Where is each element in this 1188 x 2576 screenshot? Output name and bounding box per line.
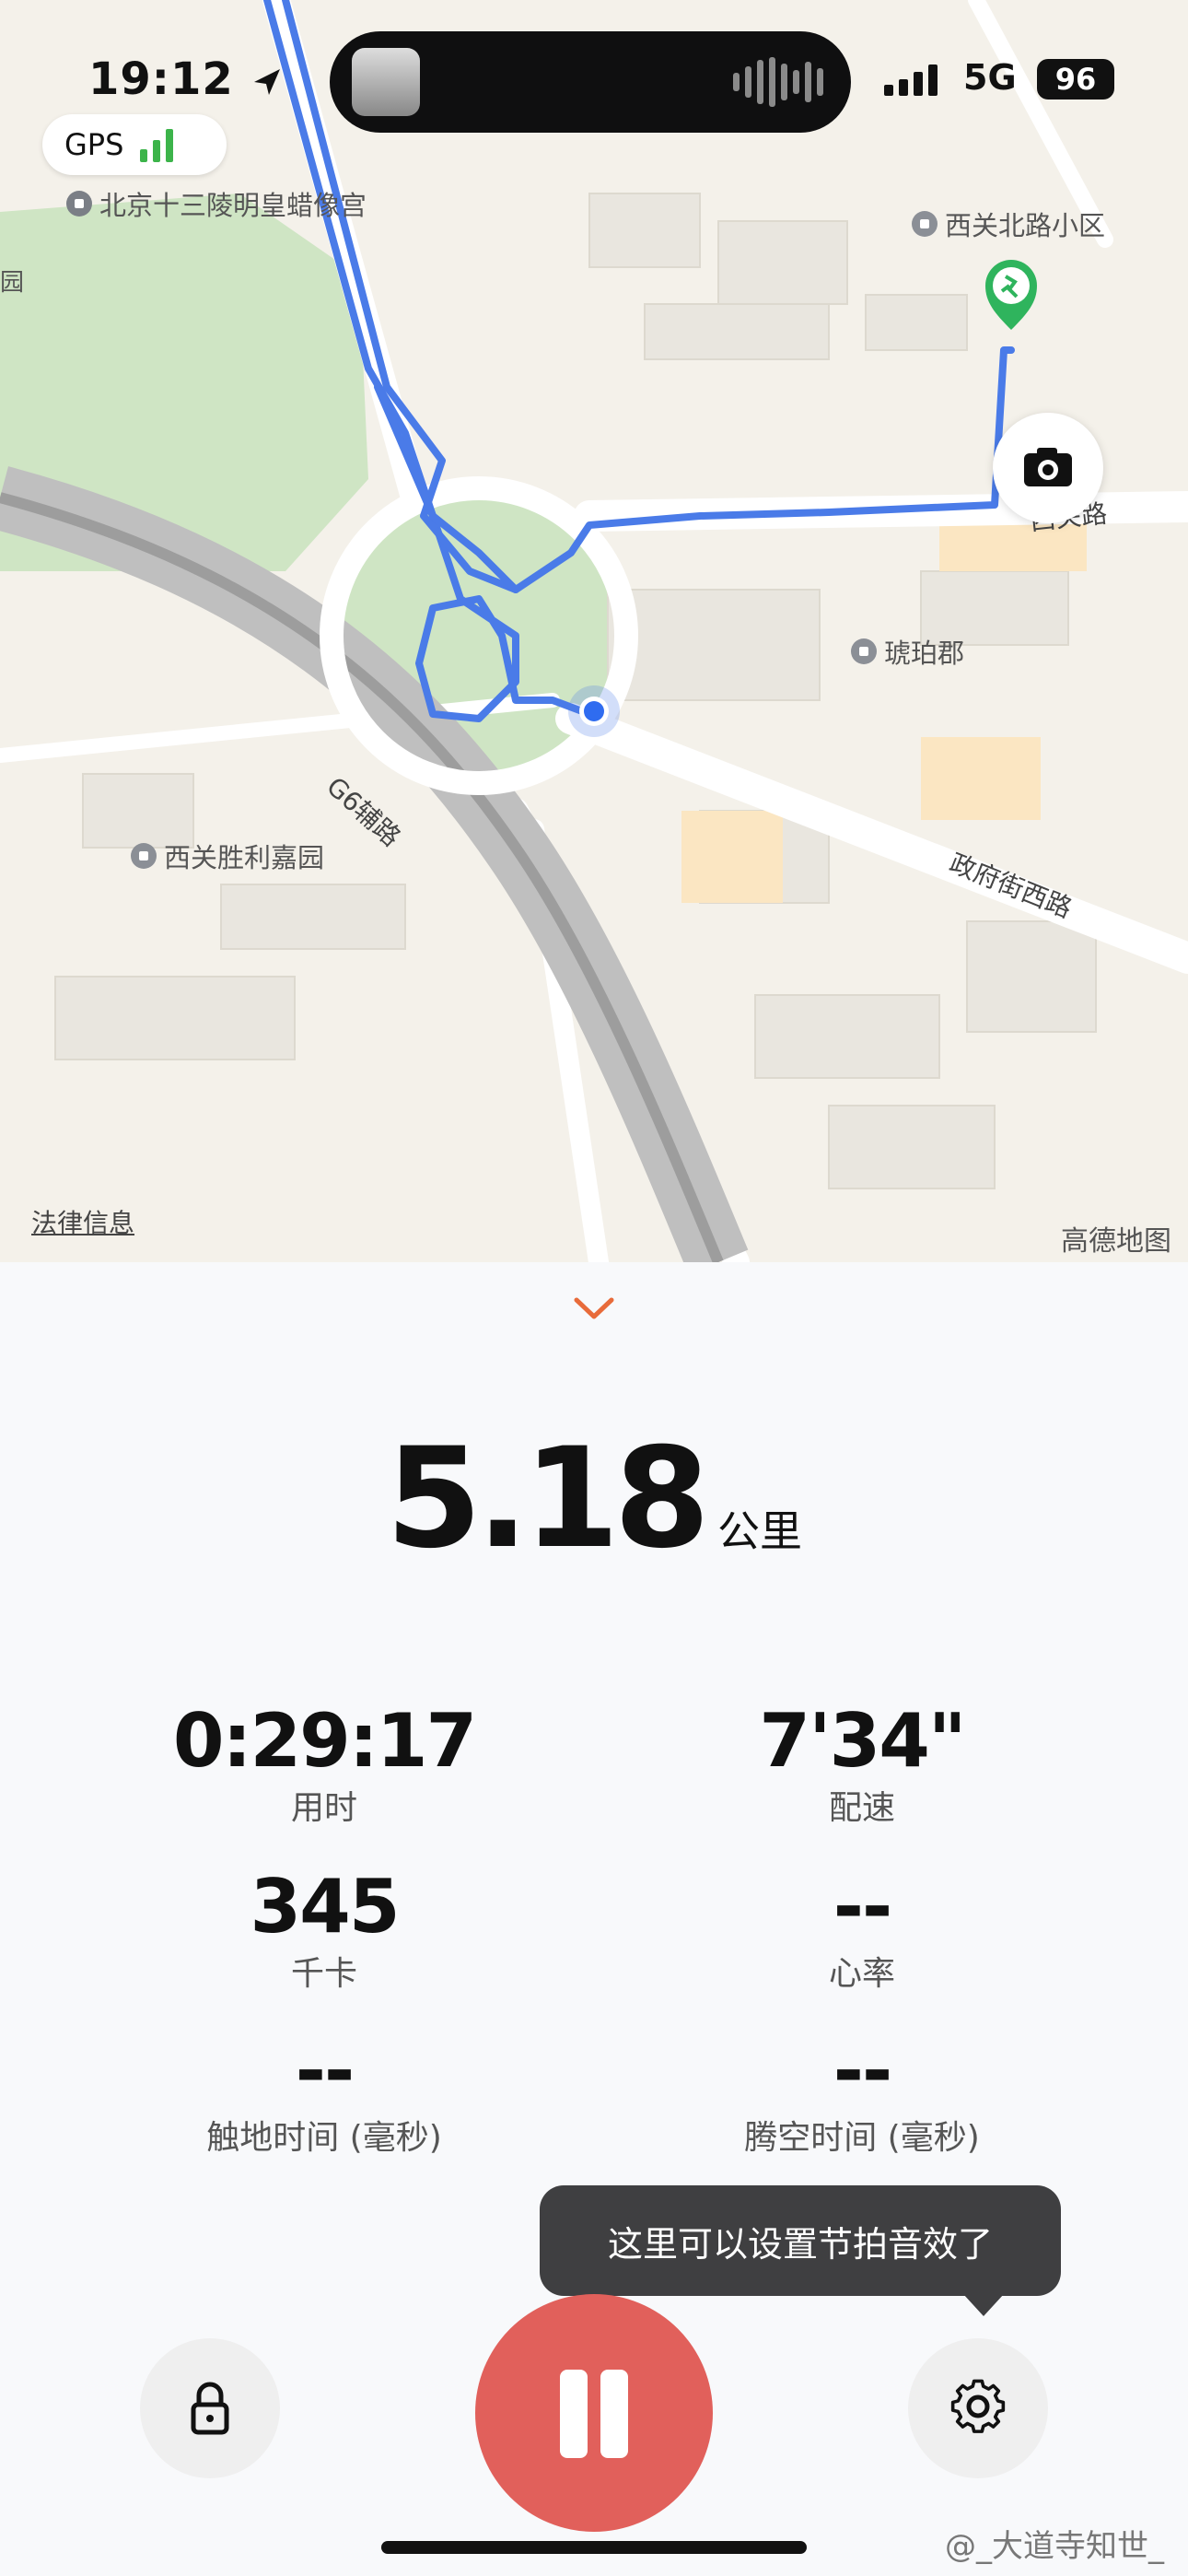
metric-value: 0:29:17 (172, 1698, 477, 1784)
metric-value: 7'34" (759, 1698, 966, 1784)
metric-value: -- (833, 1864, 892, 1950)
gps-label: GPS (64, 127, 124, 162)
home-indicator[interactable] (381, 2541, 807, 2554)
metric-flight-time: -- 腾空时间 (毫秒) (678, 2027, 1046, 2161)
metric-label: 心率 (828, 1955, 895, 1993)
metric-label: 腾空时间 (毫秒) (744, 2119, 980, 2157)
watermark: @_大道寺知世_ (945, 2528, 1164, 2565)
metronome-tooltip[interactable]: 这里可以设置节拍音效了 (540, 2185, 1061, 2316)
distance-value: 5.18 (385, 1419, 710, 1579)
gps-signal-icon (140, 127, 174, 162)
poi-marker-icon (66, 191, 92, 217)
metric-ground-contact: -- 触地时间 (毫秒) (140, 2027, 508, 2161)
poi-wax-museum[interactable]: 北京十三陵明皇蜡像宫 (66, 184, 367, 223)
pause-button[interactable] (475, 2294, 713, 2532)
map-provider-logo: 高德地图 (1061, 1225, 1171, 1258)
poi-xiguan-beilu[interactable]: 西关北路小区 (912, 205, 1105, 243)
metric-value: -- (833, 2028, 892, 2113)
building-icon (131, 843, 157, 869)
camera-icon (1024, 448, 1072, 486)
poi-hupo-jun[interactable]: 琥珀郡 (851, 632, 964, 671)
building-icon (912, 211, 938, 237)
battery-level: 96 (1037, 59, 1114, 100)
now-playing-avatar (352, 48, 420, 116)
poi-xiguan-shengli[interactable]: 西关胜利嘉园 (131, 837, 324, 875)
metric-calories: 345 千卡 (140, 1863, 508, 1997)
metric-heart-rate: -- 心率 (678, 1863, 1046, 1997)
metric-label: 触地时间 (毫秒) (206, 2119, 442, 2157)
cellular-signal-icon (884, 64, 938, 96)
legal-info-link[interactable]: 法律信息 (31, 1203, 134, 1240)
metric-value: 345 (250, 1864, 401, 1950)
lock-button[interactable] (140, 2338, 280, 2478)
distance-unit: 公里 (717, 1506, 803, 1556)
chevron-down-icon[interactable] (571, 1294, 617, 1322)
location-arrow-icon (253, 69, 280, 95)
pause-icon (560, 2370, 588, 2458)
settings-button[interactable] (908, 2338, 1048, 2478)
poi-edge-label: 园 (0, 269, 25, 297)
map-view[interactable]: 北京十三陵明皇蜡像宫 西关北路小区 琥珀郡 西关胜利嘉园 园 西关路 G6辅路 … (0, 0, 1188, 1262)
distance-display: 5.18 公里 (0, 1419, 1188, 1579)
tooltip-text: 这里可以设置节拍音效了 (607, 2223, 993, 2265)
gps-indicator: GPS (42, 114, 227, 175)
network-type: 5G (963, 57, 1017, 98)
dynamic-island[interactable] (330, 31, 851, 133)
metric-pace: 7'34" 配速 (678, 1697, 1046, 1832)
metric-label: 配速 (828, 1789, 895, 1827)
audio-wave-icon (733, 57, 823, 107)
lock-icon (191, 2382, 229, 2435)
camera-button[interactable] (993, 413, 1103, 523)
metric-label: 用时 (290, 1789, 357, 1827)
metric-value: -- (295, 2028, 355, 2113)
gear-icon (950, 2379, 1006, 2433)
metric-label: 千卡 (290, 1955, 357, 1993)
status-time: 19:12 (88, 53, 284, 105)
metric-duration: 0:29:17 用时 (140, 1697, 508, 1832)
building-icon (851, 638, 877, 664)
